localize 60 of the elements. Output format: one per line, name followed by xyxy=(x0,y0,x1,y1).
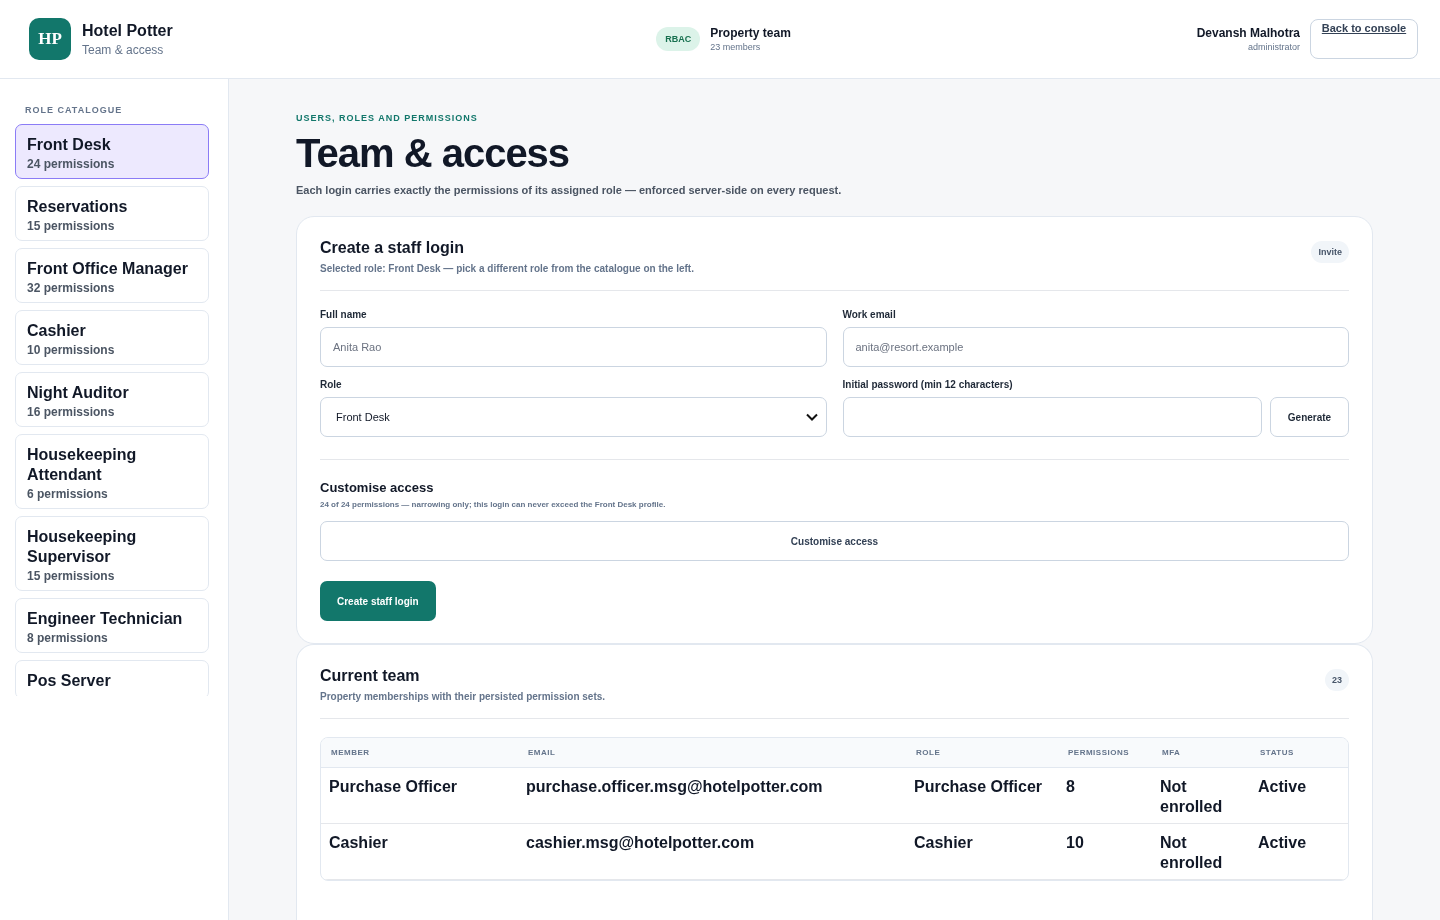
field-label: Work email xyxy=(842,309,897,320)
table-cell: 10 xyxy=(1058,824,1152,880)
count-badge: 23 xyxy=(1325,669,1349,691)
role-card[interactable]: Housekeeping Supervisor 15 permissions xyxy=(15,516,209,591)
role-card[interactable]: Night Auditor 16 permissions xyxy=(15,372,209,427)
team-name: Property team xyxy=(710,26,791,40)
user-role: administrator xyxy=(1247,42,1300,52)
card-subtitle: Property memberships with their persisted permission sets. xyxy=(320,691,606,702)
table-cell: purchase.officer.msg@hotelpotter.com xyxy=(518,768,906,824)
table-cell: cashier.msg@hotelpotter.com xyxy=(518,824,906,880)
column-header: MEMBER xyxy=(321,738,518,768)
role-card[interactable]: Pos Server xyxy=(15,660,209,696)
role-card[interactable]: Front Office Manager 32 permissions xyxy=(15,248,209,303)
column-header: STATUS xyxy=(1250,738,1348,768)
field-label: Initial password (min 12 characters) xyxy=(842,379,1014,390)
table-cell: Not enrolled xyxy=(1152,824,1250,880)
table-cell: Purchase Officer xyxy=(321,768,518,824)
role-card[interactable]: Front Desk 24 permissions xyxy=(15,124,209,179)
role-card[interactable]: Reservations 15 permissions xyxy=(15,186,209,241)
user-name: Devansh Malhotra xyxy=(1196,26,1300,40)
page-title: Team & access xyxy=(296,131,570,176)
section-eyebrow: USERS, ROLES AND PERMISSIONS xyxy=(296,113,478,123)
card-subtitle: Selected role: Front Desk — pick a different role from the catalogue on the left. xyxy=(320,263,694,274)
back-to-console-link[interactable]: Back to console xyxy=(1310,19,1418,59)
table-cell: 8 xyxy=(1058,768,1152,824)
customise-access-button[interactable]: Customise access xyxy=(320,521,1349,561)
generate-button[interactable]: Generate xyxy=(1270,397,1349,437)
table-cell: Active xyxy=(1250,824,1348,880)
section-title: Customise access xyxy=(320,480,434,495)
column-header: EMAIL xyxy=(518,738,906,768)
field-label: Full name xyxy=(320,309,368,320)
field-label: Role xyxy=(320,379,343,390)
table-cell: Purchase Officer xyxy=(906,768,1058,824)
table-cell: Cashier xyxy=(321,824,518,880)
app-title: Hotel Potter xyxy=(82,21,173,40)
table-cell: Cashier xyxy=(906,824,1058,880)
role-card[interactable]: Engineer Technician 8 permissions xyxy=(15,598,209,653)
table-cell: Active xyxy=(1250,768,1348,824)
role-card[interactable]: Cashier 10 permissions xyxy=(15,310,209,365)
role-card[interactable]: Housekeeping Attendant 6 permissions xyxy=(15,434,209,509)
password-field[interactable] xyxy=(842,397,1262,437)
app-subtitle: Team & access xyxy=(82,42,164,57)
invite-tag: Invite xyxy=(1311,241,1349,263)
role-select[interactable]: Front Desk xyxy=(320,397,827,437)
chevron-down-icon xyxy=(805,413,818,421)
column-header: ROLE xyxy=(906,738,1058,768)
card-title: Create a staff login xyxy=(320,239,465,257)
page-description: Each login carries exactly the permissions of its assigned role — enforced server-side on every request. xyxy=(296,184,842,196)
rbac-badge: RBAC xyxy=(656,27,701,51)
full-name-field[interactable]: Anita Rao xyxy=(320,327,827,367)
column-header: PERMISSIONS xyxy=(1058,738,1152,768)
card-title: Current team xyxy=(320,667,420,685)
column-header: MFA xyxy=(1152,738,1250,768)
create-staff-login-button[interactable]: Create staff login xyxy=(320,581,436,621)
section-note: 24 of 24 permissions — narrowing only; this login can never exceed the Front Desk profile. xyxy=(320,500,666,509)
sidebar-heading: ROLE CATALOGUE xyxy=(25,105,124,115)
member-count: 23 members xyxy=(710,42,761,52)
work-email-field[interactable]: anita@resort.example xyxy=(842,327,1349,367)
table-cell: Not enrolled xyxy=(1152,768,1250,824)
logo-badge: HP xyxy=(29,18,71,60)
